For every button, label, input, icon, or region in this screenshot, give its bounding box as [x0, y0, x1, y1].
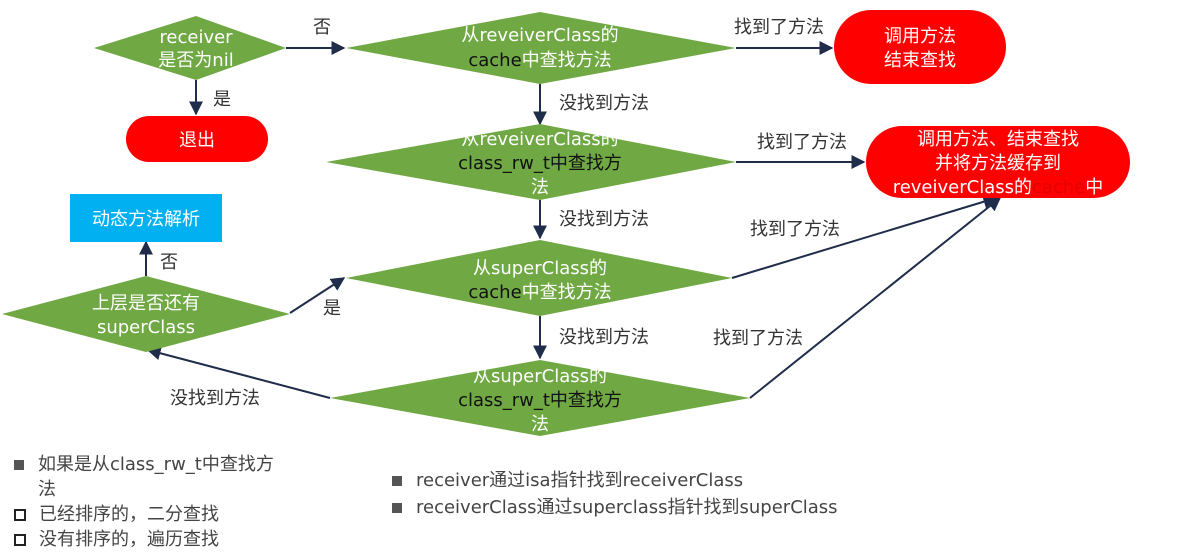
note-right-text-1: receiver通过isa指针找到receiverClass [416, 470, 744, 491]
decision-rw-lookup: 从reveiverClass的 class_rw_t中查找方 法 [326, 124, 736, 200]
filled-square-bullet-icon [392, 503, 402, 513]
terminator-call-cache-line3: reveiverClass的cache中 [893, 177, 1104, 198]
decision-receiver-nil-line2: 是否为nil [158, 50, 233, 71]
edge-label-found-2: 找到了方法 [757, 132, 847, 153]
hollow-square-bullet-icon [14, 509, 26, 521]
decision-super-cache: 从superClass的 cache中查找方法 [346, 240, 732, 316]
decision-super-rw-line2: class_rw_t中查找方 [458, 390, 622, 411]
edge-label-found-4: 找到了方法 [713, 328, 803, 349]
decision-rw-lookup-line1: 从reveiverClass的 [461, 129, 618, 150]
decision-super-rw: 从superClass的 class_rw_t中查找方 法 [330, 360, 750, 436]
decision-rw-lookup-line3: 法 [531, 177, 549, 198]
note-row-1: 如果是从class_rw_t中查找方 [14, 452, 334, 477]
decision-super-cache-line2: cache中查找方法 [468, 282, 611, 303]
decision-has-superclass-line1: 上层是否还有 [92, 293, 200, 314]
call-cache-suffix: 中 [1085, 177, 1103, 198]
note-text-3: 没有排序的，遍历查找 [39, 529, 219, 550]
process-dynamic-resolution-label: 动态方法解析 [92, 209, 200, 230]
cache-lookup-suffix: 中查找方法 [522, 50, 612, 71]
filled-square-bullet-icon [392, 476, 402, 486]
super-cache-keyword: cache [468, 282, 521, 303]
decision-super-rw-line3: 法 [531, 414, 549, 435]
decision-receiver-nil: receiver 是否为nil [94, 16, 286, 80]
terminator-call-end: 调用方法 结束查找 [834, 10, 1006, 84]
decision-super-cache-line1: 从superClass的 [473, 258, 607, 279]
decision-cache-lookup: 从reveiverClass的 cache中查找方法 [346, 12, 736, 84]
edge-label-no-1: 否 [313, 17, 331, 38]
decision-super-rw-line1: 从superClass的 [473, 366, 607, 387]
cache-keyword: cache [468, 50, 521, 71]
note-row-3: 没有排序的，遍历查找 [14, 527, 334, 552]
note-text-2: 已经排序的，二分查找 [39, 504, 219, 525]
decision-cache-lookup-line2: cache中查找方法 [468, 50, 611, 71]
edge-label-found-1: 找到了方法 [734, 17, 824, 38]
decision-receiver-nil-line1: receiver [159, 27, 233, 48]
terminator-call-cache-line2: 并将方法缓存到 [935, 153, 1061, 174]
terminator-exit: 退出 [126, 116, 268, 162]
note-row-2: 已经排序的，二分查找 [14, 502, 334, 527]
super-cache-suffix: 中查找方法 [522, 282, 612, 303]
terminator-call-end-line2: 结束查找 [884, 50, 956, 71]
notes-left: 如果是从class_rw_t中查找方 法 已经排序的，二分查找 没有排序的，遍历… [14, 452, 334, 552]
rw-keyword: class_rw_t中查找方 [458, 153, 622, 174]
edge-label-yes-2: 是 [323, 298, 341, 319]
note-text-1: 如果是从class_rw_t中查找方 [38, 454, 274, 475]
call-cache-keyword: cache [1032, 177, 1085, 198]
edge-label-notfound-2: 没找到方法 [559, 209, 649, 230]
note-right-row-2: receiverClass通过superclass指针找到superClass [392, 495, 952, 520]
call-cache-class: reveiverClass的 [893, 177, 1032, 198]
edge-label-no-2: 否 [160, 252, 178, 273]
edge-label-notfound-4: 没找到方法 [170, 388, 260, 409]
decision-has-superclass: 上层是否还有 superClass [2, 276, 290, 352]
note-row-1-cont: 法 [14, 477, 334, 502]
edge-label-found-3: 找到了方法 [750, 219, 840, 240]
process-dynamic-resolution: 动态方法解析 [70, 194, 222, 242]
decision-has-superclass-line2: superClass [97, 317, 195, 338]
decision-rw-lookup-line2: class_rw_t中查找方 [458, 153, 622, 174]
edge-label-yes-1: 是 [213, 89, 231, 110]
note-right-row-1: receiver通过isa指针找到receiverClass [392, 468, 952, 493]
terminator-call-cache-line1: 调用方法、结束查找 [917, 129, 1079, 150]
terminator-call-cache: 调用方法、结束查找 并将方法缓存到 reveiverClass的cache中 [866, 126, 1130, 198]
terminator-exit-label: 退出 [179, 130, 215, 151]
note-right-text-2: receiverClass通过superclass指针找到superClass [416, 497, 838, 518]
terminator-call-end-line1: 调用方法 [884, 26, 956, 47]
filled-square-bullet-icon [14, 460, 24, 470]
edge-label-notfound-1: 没找到方法 [559, 93, 649, 114]
edge-label-notfound-3: 没找到方法 [559, 327, 649, 348]
note-text-1-cont: 法 [38, 479, 56, 500]
decision-cache-lookup-line1: 从reveiverClass的 [461, 25, 618, 46]
super-rw-keyword: class_rw_t中查找方 [458, 390, 622, 411]
notes-right: receiver通过isa指针找到receiverClass receiverC… [392, 468, 952, 520]
hollow-square-bullet-icon [14, 534, 26, 546]
